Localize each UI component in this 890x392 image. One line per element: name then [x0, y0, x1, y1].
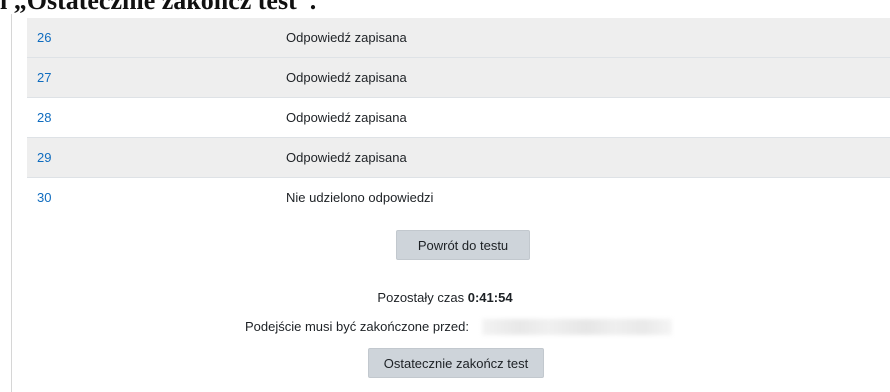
- return-to-attempt-button[interactable]: Powrót do testu: [396, 230, 530, 260]
- quiz-summary-table: 26 Odpowiedź zapisana 27 Odpowiedź zapis…: [27, 18, 890, 217]
- table-row: 26 Odpowiedź zapisana: [27, 18, 890, 58]
- heading-suffix: ”.: [296, 0, 317, 15]
- question-number-link[interactable]: 28: [27, 110, 286, 125]
- question-number-link[interactable]: 29: [27, 150, 286, 165]
- table-row: 29 Odpowiedź zapisana: [27, 138, 890, 178]
- redacted-deadline-value: [482, 319, 672, 335]
- heading-prefix: i „: [0, 0, 27, 15]
- question-status: Odpowiedź zapisana: [286, 70, 407, 85]
- question-status: Odpowiedź zapisana: [286, 110, 407, 125]
- question-number-link[interactable]: 27: [27, 70, 286, 85]
- question-status: Odpowiedź zapisana: [286, 30, 407, 45]
- time-remaining-value: 0:41:54: [467, 290, 513, 305]
- question-status: Odpowiedź zapisana: [286, 150, 407, 165]
- question-status: Nie udzielono odpowiedzi: [286, 190, 434, 205]
- table-row: 27 Odpowiedź zapisana: [27, 58, 890, 98]
- deadline-label: Podejście musi być zakończone przed:: [245, 319, 470, 334]
- heading-text: Ostatecznie zakończ test: [26, 0, 297, 15]
- left-border: [11, 14, 12, 392]
- time-remaining-label: Pozostały czas: [377, 290, 465, 305]
- question-number-link[interactable]: 26: [27, 30, 286, 45]
- table-row: 30 Nie udzielono odpowiedzi: [27, 178, 890, 217]
- table-row: 28 Odpowiedź zapisana: [27, 98, 890, 138]
- time-remaining: Pozostały czas 0:41:54: [0, 290, 890, 305]
- question-number-link[interactable]: 30: [27, 190, 286, 205]
- submit-all-and-finish-button[interactable]: Ostatecznie zakończ test: [368, 348, 544, 378]
- page-heading: i „Ostatecznie zakończ test”.: [0, 0, 316, 16]
